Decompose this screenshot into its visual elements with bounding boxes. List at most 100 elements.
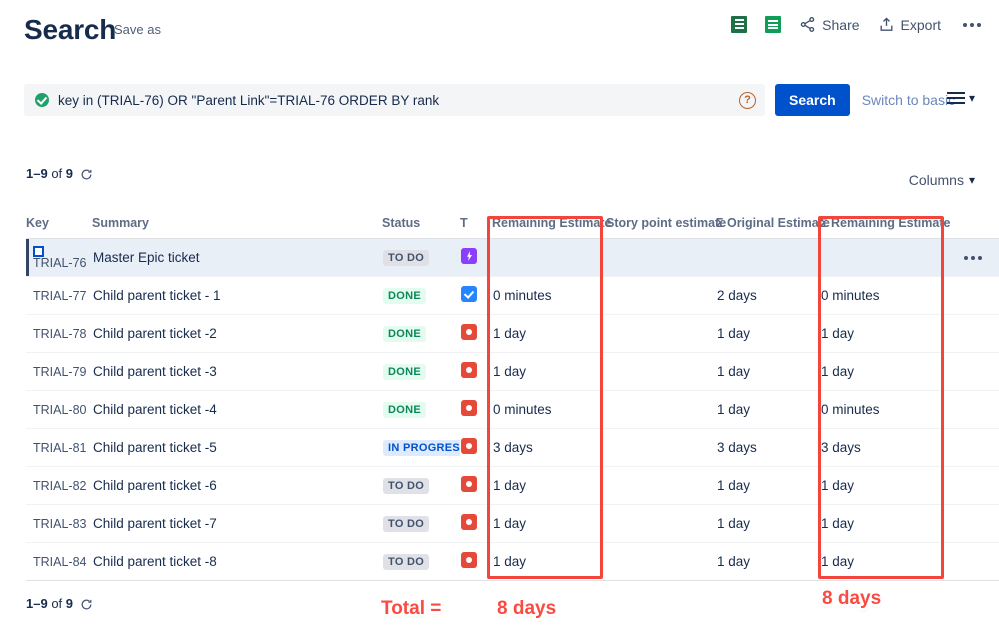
issue-key-link[interactable]: TRIAL-77 (33, 289, 87, 303)
jql-input-wrapper[interactable]: key in (TRIAL-76) OR "Parent Link"=TRIAL… (24, 84, 765, 116)
table-head: Key Summary Status T Remaining Estimate … (26, 216, 999, 239)
results-range-bottom: 1–9 of 9 (26, 596, 73, 611)
cell-sum-original-estimate: 1 day (716, 314, 820, 353)
cell-status: DONE (382, 352, 460, 391)
cell-remaining-estimate: 1 day (492, 504, 606, 543)
status-badge[interactable]: DONE (383, 364, 426, 380)
issue-summary-link[interactable]: Child parent ticket -5 (93, 440, 217, 455)
cell-remaining-estimate (492, 238, 606, 277)
column-header-remaining-estimate[interactable]: Remaining Estimate (492, 216, 611, 239)
table-body: TRIAL-76 Master Epic ticket TO DO TRIAL-77 C… (26, 238, 999, 581)
export-button[interactable]: Export (878, 16, 941, 33)
cell-summary: Child parent ticket -5 (92, 428, 382, 467)
column-header-sum-remaining-estimate[interactable]: Σ Remaining Estimate (820, 216, 950, 239)
cell-sum-remaining-estimate: 0 minutes (820, 390, 942, 429)
cell-row-actions (942, 276, 999, 315)
cell-key: TRIAL-77 (26, 276, 92, 315)
results-count-bottom: 1–9 of 9 (26, 596, 93, 611)
page-title: Search (24, 14, 117, 45)
issue-summary-link[interactable]: Child parent ticket -3 (93, 364, 217, 379)
more-actions-button[interactable] (959, 19, 985, 31)
column-header-type[interactable]: T (460, 216, 492, 239)
cell-key: TRIAL-80 (26, 390, 92, 429)
table-row[interactable]: TRIAL-81 Child parent ticket -5 IN PROGRES… (26, 428, 999, 467)
table-row[interactable]: TRIAL-77 Child parent ticket - 1 DONE 0 min… (26, 276, 999, 315)
cell-summary: Child parent ticket -2 (92, 314, 382, 353)
issue-key-link[interactable]: TRIAL-84 (33, 555, 87, 569)
table-row[interactable]: TRIAL-80 Child parent ticket -4 DONE 0 minu… (26, 390, 999, 429)
issue-summary-link[interactable]: Child parent ticket -8 (93, 554, 217, 569)
jql-input[interactable]: key in (TRIAL-76) OR "Parent Link"=TRIAL… (58, 93, 439, 108)
table-row[interactable]: TRIAL-83 Child parent ticket -7 TO DO 1 day… (26, 504, 999, 543)
table-header-row: Key Summary Status T Remaining Estimate … (26, 216, 999, 239)
status-badge[interactable]: TO DO (383, 250, 430, 266)
issue-key-link[interactable]: TRIAL-80 (33, 403, 87, 417)
issue-summary-link[interactable]: Master Epic ticket (93, 250, 200, 265)
table-row[interactable]: TRIAL-79 Child parent ticket -3 DONE 1 day 1… (26, 352, 999, 391)
table-row[interactable]: TRIAL-82 Child parent ticket -6 TO DO 1 day… (26, 466, 999, 505)
refresh-icon[interactable] (80, 598, 93, 611)
columns-button[interactable]: Columns ▾ (909, 172, 975, 188)
ellipsis-icon-dot (970, 22, 974, 27)
cell-sum-original-estimate (716, 238, 820, 277)
ellipsis-icon-dot (963, 22, 967, 27)
chevron-down-icon: ▾ (968, 173, 975, 187)
issue-key-link[interactable]: TRIAL-76 (33, 256, 87, 270)
issue-key-link[interactable]: TRIAL-78 (33, 327, 87, 341)
google-sheet-icon[interactable] (765, 16, 782, 33)
column-header-key[interactable]: Key (26, 216, 92, 239)
issue-summary-link[interactable]: Child parent ticket -6 (93, 478, 217, 493)
cell-status: DONE (382, 314, 460, 353)
cell-row-actions (942, 504, 999, 543)
issue-key-link[interactable]: TRIAL-82 (33, 479, 87, 493)
cell-sum-original-estimate: 1 day (716, 390, 820, 429)
switch-to-basic-link[interactable]: Switch to basic (862, 92, 955, 108)
save-as-link[interactable]: Save as (114, 22, 161, 37)
status-badge[interactable]: IN PROGRESS (383, 440, 460, 456)
cell-story-point-estimate (606, 428, 716, 467)
list-view-icon (946, 92, 965, 104)
table-row[interactable]: TRIAL-78 Child parent ticket -2 DONE 1 day 1… (26, 314, 999, 353)
results-range-top: 1–9 of 9 (26, 166, 73, 181)
column-header-story-point-estimate[interactable]: Story point estimate (606, 216, 726, 239)
column-header-sum-original-estimate[interactable]: Σ Original Estimate (716, 216, 830, 239)
row-actions-button[interactable] (943, 255, 999, 260)
cell-status: DONE (382, 390, 460, 429)
issue-key-link[interactable]: TRIAL-79 (33, 365, 87, 379)
table-row[interactable]: TRIAL-76 Master Epic ticket TO DO (26, 238, 999, 277)
search-button[interactable]: Search (775, 84, 850, 116)
status-badge[interactable]: DONE (383, 288, 426, 304)
share-icon (800, 17, 815, 32)
cell-summary: Child parent ticket -6 (92, 466, 382, 505)
cell-story-point-estimate (606, 504, 716, 543)
help-icon[interactable]: ? (739, 92, 756, 109)
column-header-status[interactable]: Status (382, 216, 460, 239)
issue-summary-link[interactable]: Child parent ticket -2 (93, 326, 217, 341)
column-header-summary[interactable]: Summary (92, 216, 382, 239)
issue-summary-link[interactable]: Child parent ticket -7 (93, 516, 217, 531)
share-button[interactable]: Share (799, 16, 860, 33)
share-button-label: Share (822, 16, 860, 33)
cell-story-point-estimate (606, 238, 716, 277)
cell-sum-original-estimate: 1 day (716, 504, 820, 543)
issue-summary-link[interactable]: Child parent ticket -4 (93, 402, 217, 417)
status-badge[interactable]: TO DO (383, 554, 430, 570)
cell-status: TO DO (382, 238, 460, 277)
cell-status: TO DO (382, 466, 460, 505)
status-badge[interactable]: DONE (383, 326, 426, 342)
table-row[interactable]: TRIAL-84 Child parent ticket -8 TO DO 1 day… (26, 542, 999, 581)
status-badge[interactable]: DONE (383, 402, 426, 418)
check-circle-icon (35, 93, 49, 107)
view-mode-toggle[interactable]: ▾ (946, 91, 975, 105)
excel-icon[interactable] (731, 16, 748, 33)
cell-remaining-estimate: 0 minutes (492, 390, 606, 429)
cell-sum-remaining-estimate (820, 238, 942, 277)
issue-key-link[interactable]: TRIAL-81 (33, 441, 87, 455)
issue-summary-link[interactable]: Child parent ticket - 1 (93, 288, 221, 303)
cell-summary: Child parent ticket -8 (92, 542, 382, 581)
cell-key: TRIAL-82 (26, 466, 92, 505)
issue-key-link[interactable]: TRIAL-83 (33, 517, 87, 531)
status-badge[interactable]: TO DO (383, 516, 430, 532)
status-badge[interactable]: TO DO (383, 478, 430, 494)
refresh-icon[interactable] (80, 168, 93, 181)
